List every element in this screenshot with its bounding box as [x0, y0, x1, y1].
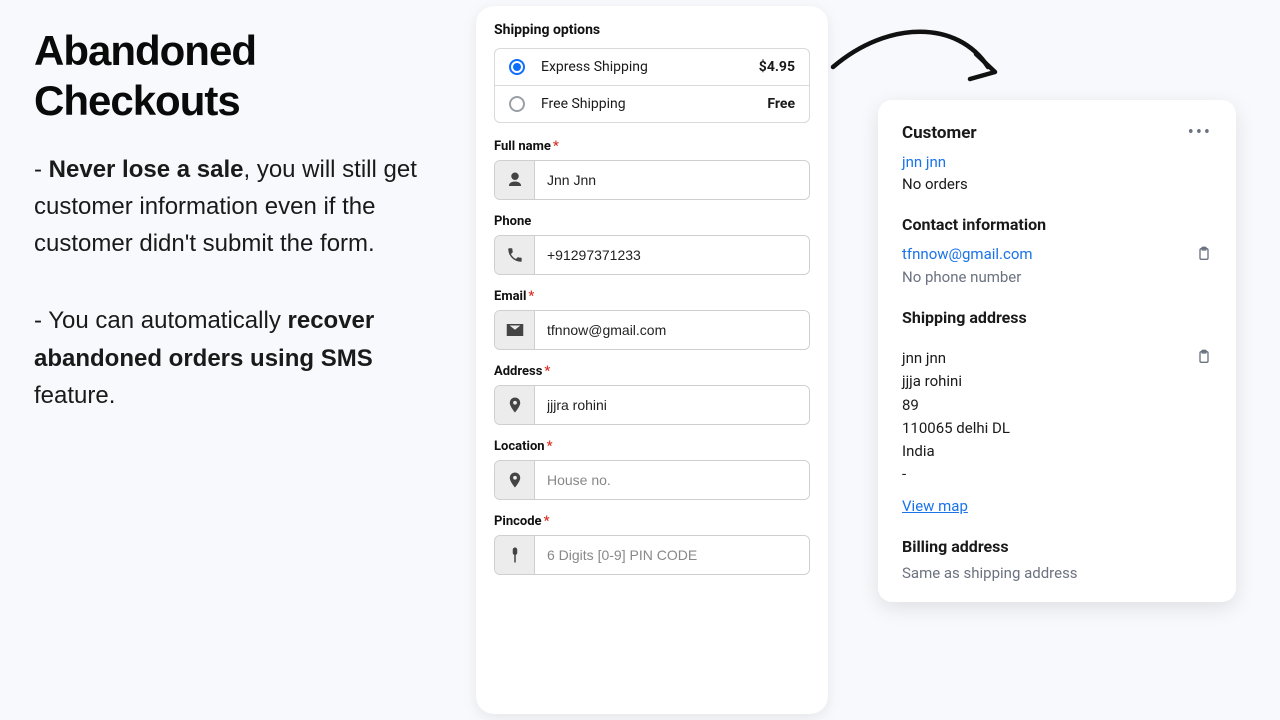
arrow-icon	[828, 12, 1008, 102]
customer-name-link[interactable]: jnn jnn	[902, 153, 946, 171]
full-name-input[interactable]	[535, 161, 809, 199]
clipboard-icon[interactable]	[1196, 244, 1212, 264]
clipboard-icon[interactable]	[1196, 347, 1212, 367]
pin-icon	[495, 536, 535, 574]
radio-icon	[509, 96, 525, 112]
customer-heading: Customer	[902, 123, 977, 143]
shipping-address-heading: Shipping address	[902, 308, 1212, 327]
shipping-option-express[interactable]: Express Shipping $4.95	[495, 49, 809, 85]
address-label: Address*	[494, 364, 810, 379]
marketing-copy: Abandoned Checkouts - Never lose a sale,…	[34, 26, 444, 454]
phone-field[interactable]	[494, 235, 810, 275]
shipping-option-free[interactable]: Free Shipping Free	[495, 85, 809, 122]
email-input[interactable]	[535, 311, 809, 349]
email-field[interactable]	[494, 310, 810, 350]
location-field[interactable]	[494, 460, 810, 500]
shipping-address-block: jnn jnn jjja rohini 89 110065 delhi DL I…	[902, 347, 1010, 487]
page-title: Abandoned Checkouts	[34, 26, 444, 127]
more-actions-icon[interactable]: •••	[1188, 122, 1212, 143]
full-name-field[interactable]	[494, 160, 810, 200]
checkout-form-card: Shipping options Express Shipping $4.95 …	[476, 6, 828, 714]
radio-icon	[509, 59, 525, 75]
user-icon	[495, 161, 535, 199]
email-label: Email*	[494, 289, 810, 304]
view-map-link[interactable]: View map	[902, 497, 968, 515]
customer-email-link[interactable]: tfnnow@gmail.com	[902, 245, 1033, 263]
pincode-input[interactable]	[535, 536, 809, 574]
customer-card: Customer ••• jnn jnn No orders Contact i…	[878, 100, 1236, 602]
location-pin-icon	[495, 461, 535, 499]
location-input[interactable]	[535, 461, 809, 499]
contact-info-heading: Contact information	[902, 215, 1212, 234]
shipping-options-heading: Shipping options	[494, 22, 810, 38]
location-label: Location*	[494, 439, 810, 454]
phone-text: No phone number	[902, 268, 1212, 286]
marketing-para-1: - Never lose a sale, you will still get …	[34, 151, 444, 263]
address-input[interactable]	[535, 386, 809, 424]
marketing-para-2: - You can automatically recover abandone…	[34, 302, 444, 414]
full-name-label: Full name*	[494, 139, 810, 154]
mail-icon	[495, 311, 535, 349]
location-pin-icon	[495, 386, 535, 424]
orders-text: No orders	[902, 175, 1212, 193]
billing-address-heading: Billing address	[902, 537, 1212, 556]
pincode-label: Pincode*	[494, 514, 810, 529]
phone-icon	[495, 236, 535, 274]
pincode-field[interactable]	[494, 535, 810, 575]
billing-text: Same as shipping address	[902, 564, 1212, 582]
phone-label: Phone	[494, 214, 810, 229]
shipping-options-list: Express Shipping $4.95 Free Shipping Fre…	[494, 48, 810, 123]
address-field[interactable]	[494, 385, 810, 425]
phone-input[interactable]	[535, 236, 809, 274]
